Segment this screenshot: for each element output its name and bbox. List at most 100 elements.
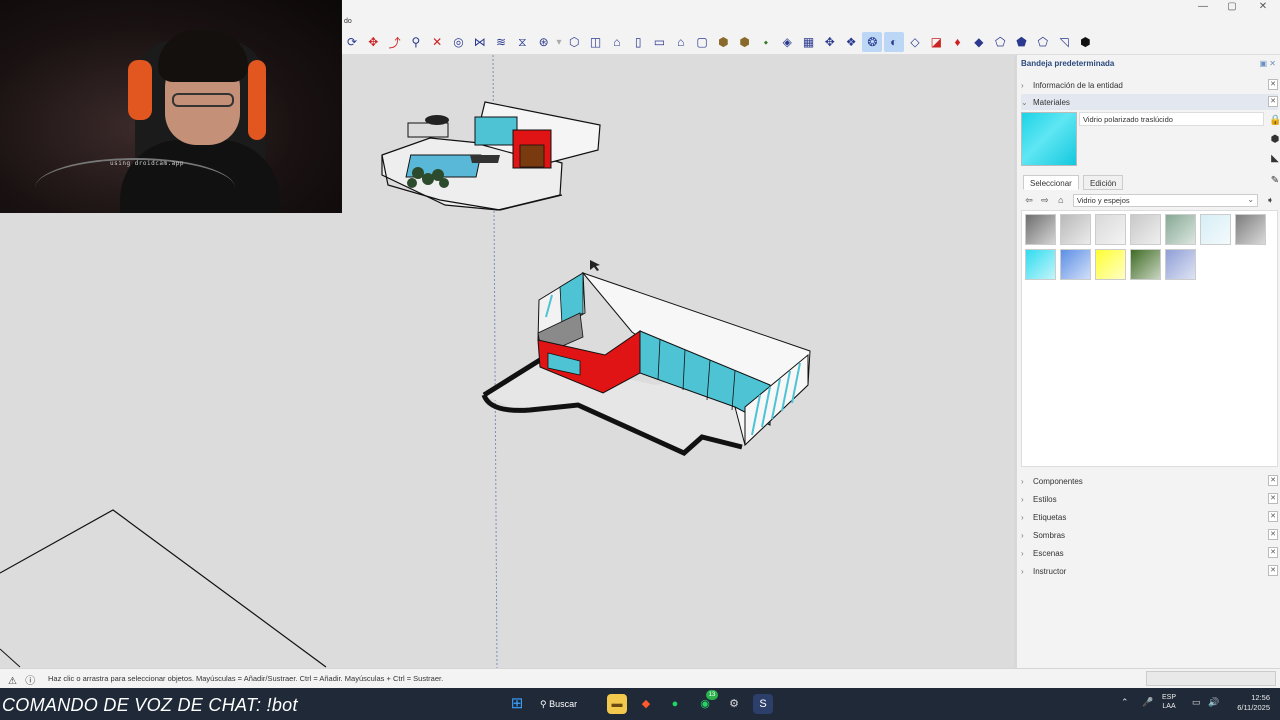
close-icon[interactable]: ✕ [1268, 565, 1278, 576]
terrain-icon[interactable]: ◆ [969, 32, 989, 52]
back-arrow-icon[interactable]: ⇦ [1021, 195, 1037, 206]
drape-icon[interactable]: ⬟ [1012, 32, 1032, 52]
lock-icon[interactable]: 🔒 [1269, 115, 1280, 127]
measurements-box[interactable] [1146, 671, 1276, 686]
section-entity-info[interactable]: › Información de la entidad ✕ [1021, 77, 1278, 93]
add-detail-icon[interactable]: ⬠ [1033, 32, 1053, 52]
swatch-ribbed-glass[interactable] [1165, 214, 1196, 245]
microphone-icon[interactable]: 🎤 [1142, 697, 1153, 708]
close-button[interactable]: ✕ [1248, 0, 1278, 14]
section-scenes[interactable]: › Escenas ✕ [1021, 545, 1278, 561]
material-preview[interactable] [1021, 112, 1077, 166]
swatch-wire-glass[interactable] [1200, 214, 1231, 245]
maximize-button[interactable]: ▢ [1217, 0, 1247, 14]
swatch-glass-block[interactable] [1025, 214, 1056, 245]
swatch-blue-glass[interactable] [1060, 249, 1091, 280]
section-tags[interactable]: › Etiquetas ✕ [1021, 509, 1278, 525]
sandbox-icon[interactable]: ♦ [948, 32, 968, 52]
xray-icon[interactable]: ▦ [799, 32, 819, 52]
wireframe-icon[interactable]: ❖ [841, 32, 861, 52]
section-fill-icon[interactable]: ≋ [491, 32, 511, 52]
extension-icon[interactable]: ⬢ [1075, 32, 1095, 52]
flip-edge-icon[interactable]: ◹ [1054, 32, 1074, 52]
hidden-line-icon[interactable]: ❂ [862, 32, 883, 52]
close-icon[interactable]: ✕ [1268, 493, 1278, 504]
right-view-icon[interactable]: ▯ [628, 32, 648, 52]
swatch-green-glass[interactable] [1130, 249, 1161, 280]
clock[interactable]: 12:56 6/11/2025 [1228, 693, 1270, 713]
paint-icon[interactable]: ⬢ [735, 32, 755, 52]
stamp-icon[interactable]: ⬠ [990, 32, 1010, 52]
volume-icon[interactable]: 🔊 [1208, 697, 1219, 708]
library-row: ⇦ ⇨ ⌂ Vidrio y espejos ⌄ ➧ [1021, 192, 1278, 208]
tray-pin-close-icons[interactable]: ▣ ✕ [1260, 59, 1276, 68]
iso-view-icon[interactable]: ⬡ [564, 32, 584, 52]
windows-start-icon[interactable]: ⊞ [507, 694, 527, 714]
close-icon[interactable]: ✕ [1268, 547, 1278, 558]
monochrome-icon[interactable]: ◪ [926, 32, 946, 52]
pan-icon[interactable]: ✥ [363, 32, 383, 52]
swatch-textured-glass[interactable] [1130, 214, 1161, 245]
create-material-icon[interactable]: ⬢ [1269, 134, 1280, 146]
top-view-icon[interactable]: ◫ [586, 32, 606, 52]
swatch-cyan-glass[interactable] [1025, 249, 1056, 280]
language-indicator[interactable]: ESP LAA [1162, 693, 1176, 711]
swatch-frosted-glass[interactable] [1060, 214, 1091, 245]
section-shadows[interactable]: › Sombras ✕ [1021, 527, 1278, 543]
outer-shell-icon[interactable]: ◈ [777, 32, 797, 52]
swatch-dark-glass[interactable] [1235, 214, 1266, 245]
brave-browser-icon[interactable]: ◆ [636, 694, 656, 714]
position-camera-icon[interactable]: ⊛ [534, 32, 554, 52]
tab-select[interactable]: Seleccionar [1023, 175, 1079, 190]
display-icon[interactable]: ▭ [1192, 697, 1201, 708]
layers-icon[interactable]: ⧖ [512, 32, 532, 52]
details-arrow-icon[interactable]: ➧ [1262, 195, 1278, 206]
section-components[interactable]: › Componentes ✕ [1021, 473, 1278, 489]
close-icon[interactable]: ✕ [1268, 511, 1278, 522]
section-plane-icon[interactable]: ◎ [448, 32, 468, 52]
zoom-extents-icon[interactable]: ✕ [427, 32, 447, 52]
back-edges-icon[interactable]: ✥ [820, 32, 840, 52]
swatch-mirror[interactable] [1095, 214, 1126, 245]
section-display-icon[interactable]: ⋈ [470, 32, 490, 52]
eyedropper-icon[interactable]: ✎ [1269, 175, 1280, 187]
default-material-icon[interactable]: ◣ [1269, 153, 1280, 165]
house-model-shell [481, 260, 811, 456]
orbit-icon[interactable]: ⟳ [342, 32, 362, 52]
clock-time: 12:56 [1251, 693, 1270, 702]
close-icon[interactable]: ✕ [1268, 475, 1278, 486]
shaded-textures-icon[interactable]: ◇ [905, 32, 925, 52]
spotify-icon[interactable]: ● [665, 694, 685, 714]
follow-me-icon[interactable]: ⬩ [756, 32, 776, 52]
walk-icon[interactable]: ⤴ [385, 32, 405, 52]
taskbar-search[interactable]: ⚲ Buscar [540, 695, 594, 713]
close-icon[interactable]: ✕ [1268, 529, 1278, 540]
material-name-field[interactable]: Vidrio polarizado traslúcido [1079, 112, 1264, 126]
tab-edit[interactable]: Edición [1083, 175, 1124, 190]
component-icon[interactable]: ▢ [692, 32, 712, 52]
tray-chevron-up-icon[interactable]: ⌃ [1121, 697, 1129, 708]
left-view-icon[interactable]: ⌂ [671, 32, 691, 52]
swatch-sky-reflection[interactable] [1165, 249, 1196, 280]
swatch-yellow-glass[interactable] [1095, 249, 1126, 280]
section-materials[interactable]: ⌄ Materiales ✕ [1021, 94, 1278, 110]
section-styles[interactable]: › Estilos ✕ [1021, 491, 1278, 507]
settings-gear-icon[interactable]: ⚙ [724, 694, 744, 714]
menu-fragment[interactable]: do [344, 18, 352, 25]
close-icon[interactable]: ✕ [1268, 96, 1278, 107]
group-icon[interactable]: ⬢ [713, 32, 733, 52]
chevron-right-icon: › [1021, 80, 1024, 90]
status-icons[interactable]: ⚠ ⓘ [8, 672, 35, 687]
file-explorer-icon[interactable]: ▬ [607, 694, 627, 714]
section-instructor[interactable]: › Instructor ✕ [1021, 563, 1278, 579]
close-icon[interactable]: ✕ [1268, 79, 1278, 90]
minimize-button[interactable]: — [1188, 0, 1218, 14]
zoom-icon[interactable]: ⚲ [406, 32, 426, 52]
front-view-icon[interactable]: ⌂ [607, 32, 627, 52]
home-icon[interactable]: ⌂ [1053, 195, 1069, 205]
shaded-icon[interactable]: ◐ [883, 32, 904, 52]
forward-arrow-icon[interactable]: ⇨ [1037, 195, 1053, 206]
sketchup-app-icon[interactable]: S [753, 694, 773, 714]
back-view-icon[interactable]: ▭ [649, 32, 669, 52]
library-select[interactable]: Vidrio y espejos ⌄ [1072, 193, 1259, 207]
